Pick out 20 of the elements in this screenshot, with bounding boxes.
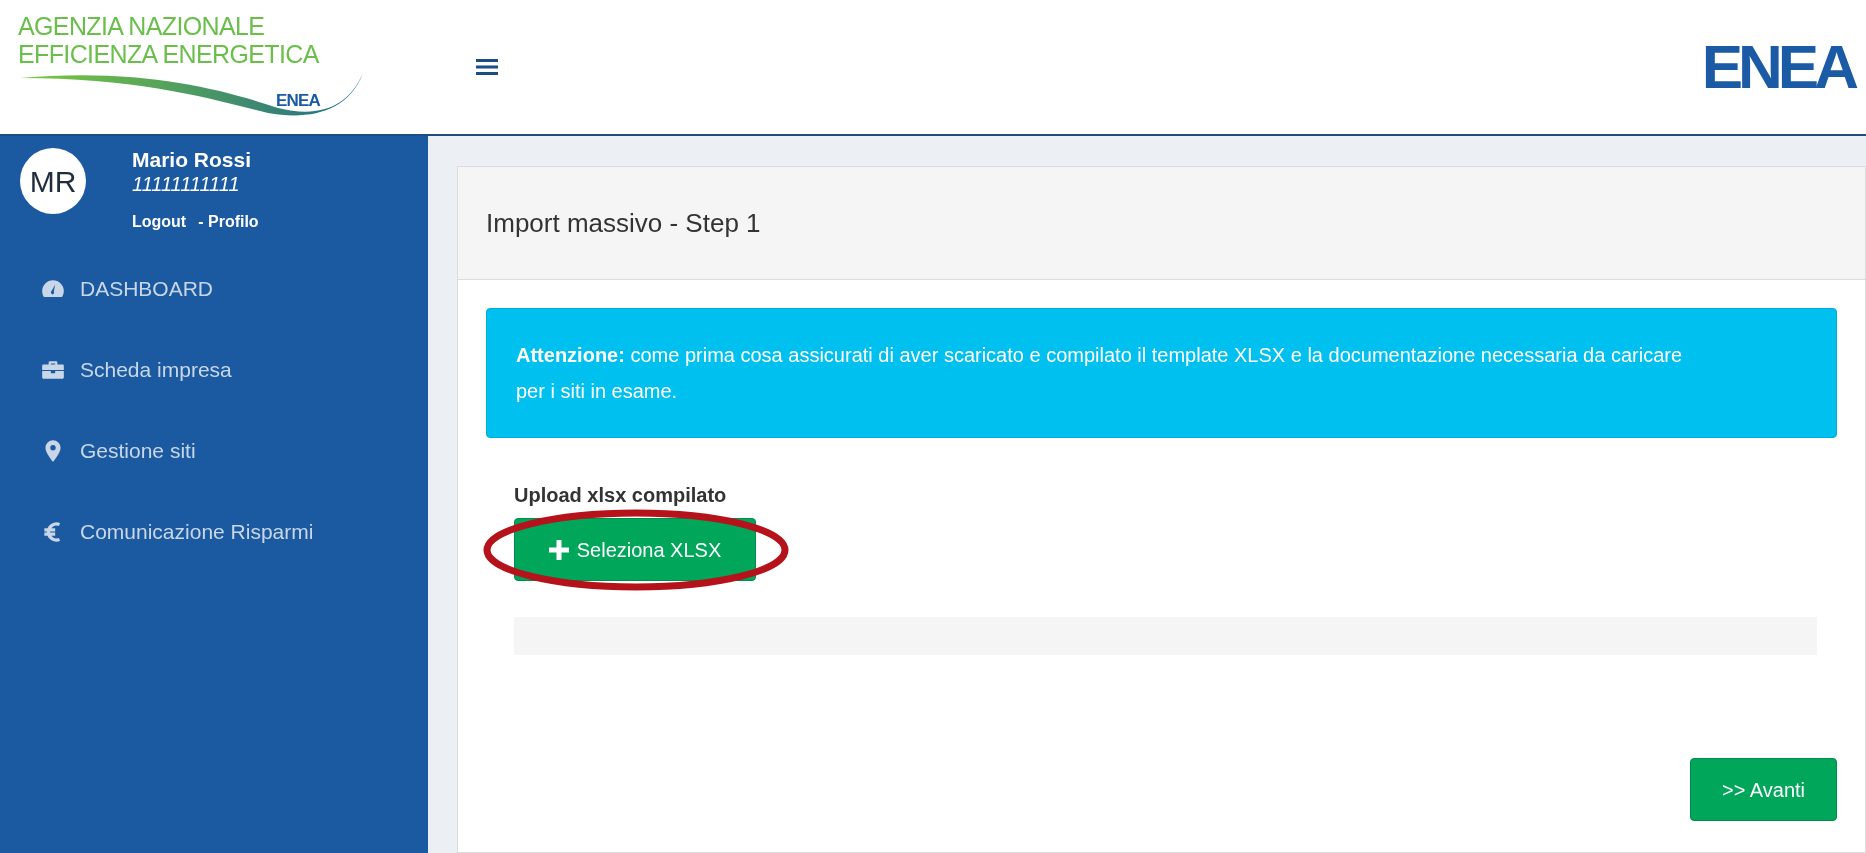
sidebar-item[interactable]: DASHBOARD [0, 248, 428, 329]
select-xlsx-button[interactable]: Seleziona XLSX [514, 518, 756, 581]
small-logo-text: ENEA [276, 90, 320, 112]
user-avatar: MR [20, 148, 86, 214]
user-link[interactable]: Logout [132, 210, 187, 234]
upload-label: Upload xlsx compilato [514, 483, 728, 508]
company-logo: ENEA [1701, 36, 1854, 98]
user-link[interactable]: - Profilo [198, 210, 259, 234]
user-code: 11111111111 [132, 172, 241, 196]
plus-icon [548, 539, 569, 560]
sidebar-item[interactable]: Gestione siti [0, 410, 428, 491]
user-name: Mario Rossi [132, 148, 253, 172]
agency-name: AGENZIA NAZIONALE [18, 12, 266, 40]
alert-message: Attenzione: come prima cosa assicurati di aver scaricato e compilato il template XLSX e la documentazione necessaria da caricare per i siti in esame. [486, 308, 1837, 438]
panel-title: Import massivo - Step 1 [486, 206, 761, 240]
next-button[interactable]: >> Avanti [1690, 758, 1837, 821]
agency-name: EFFICIENZA ENERGETICA [18, 40, 320, 68]
sidebar-item[interactable]: Scheda impresa [0, 329, 428, 410]
sidebar-item[interactable]: Comunicazione Risparmi [0, 491, 428, 572]
menu-icon [476, 58, 498, 76]
